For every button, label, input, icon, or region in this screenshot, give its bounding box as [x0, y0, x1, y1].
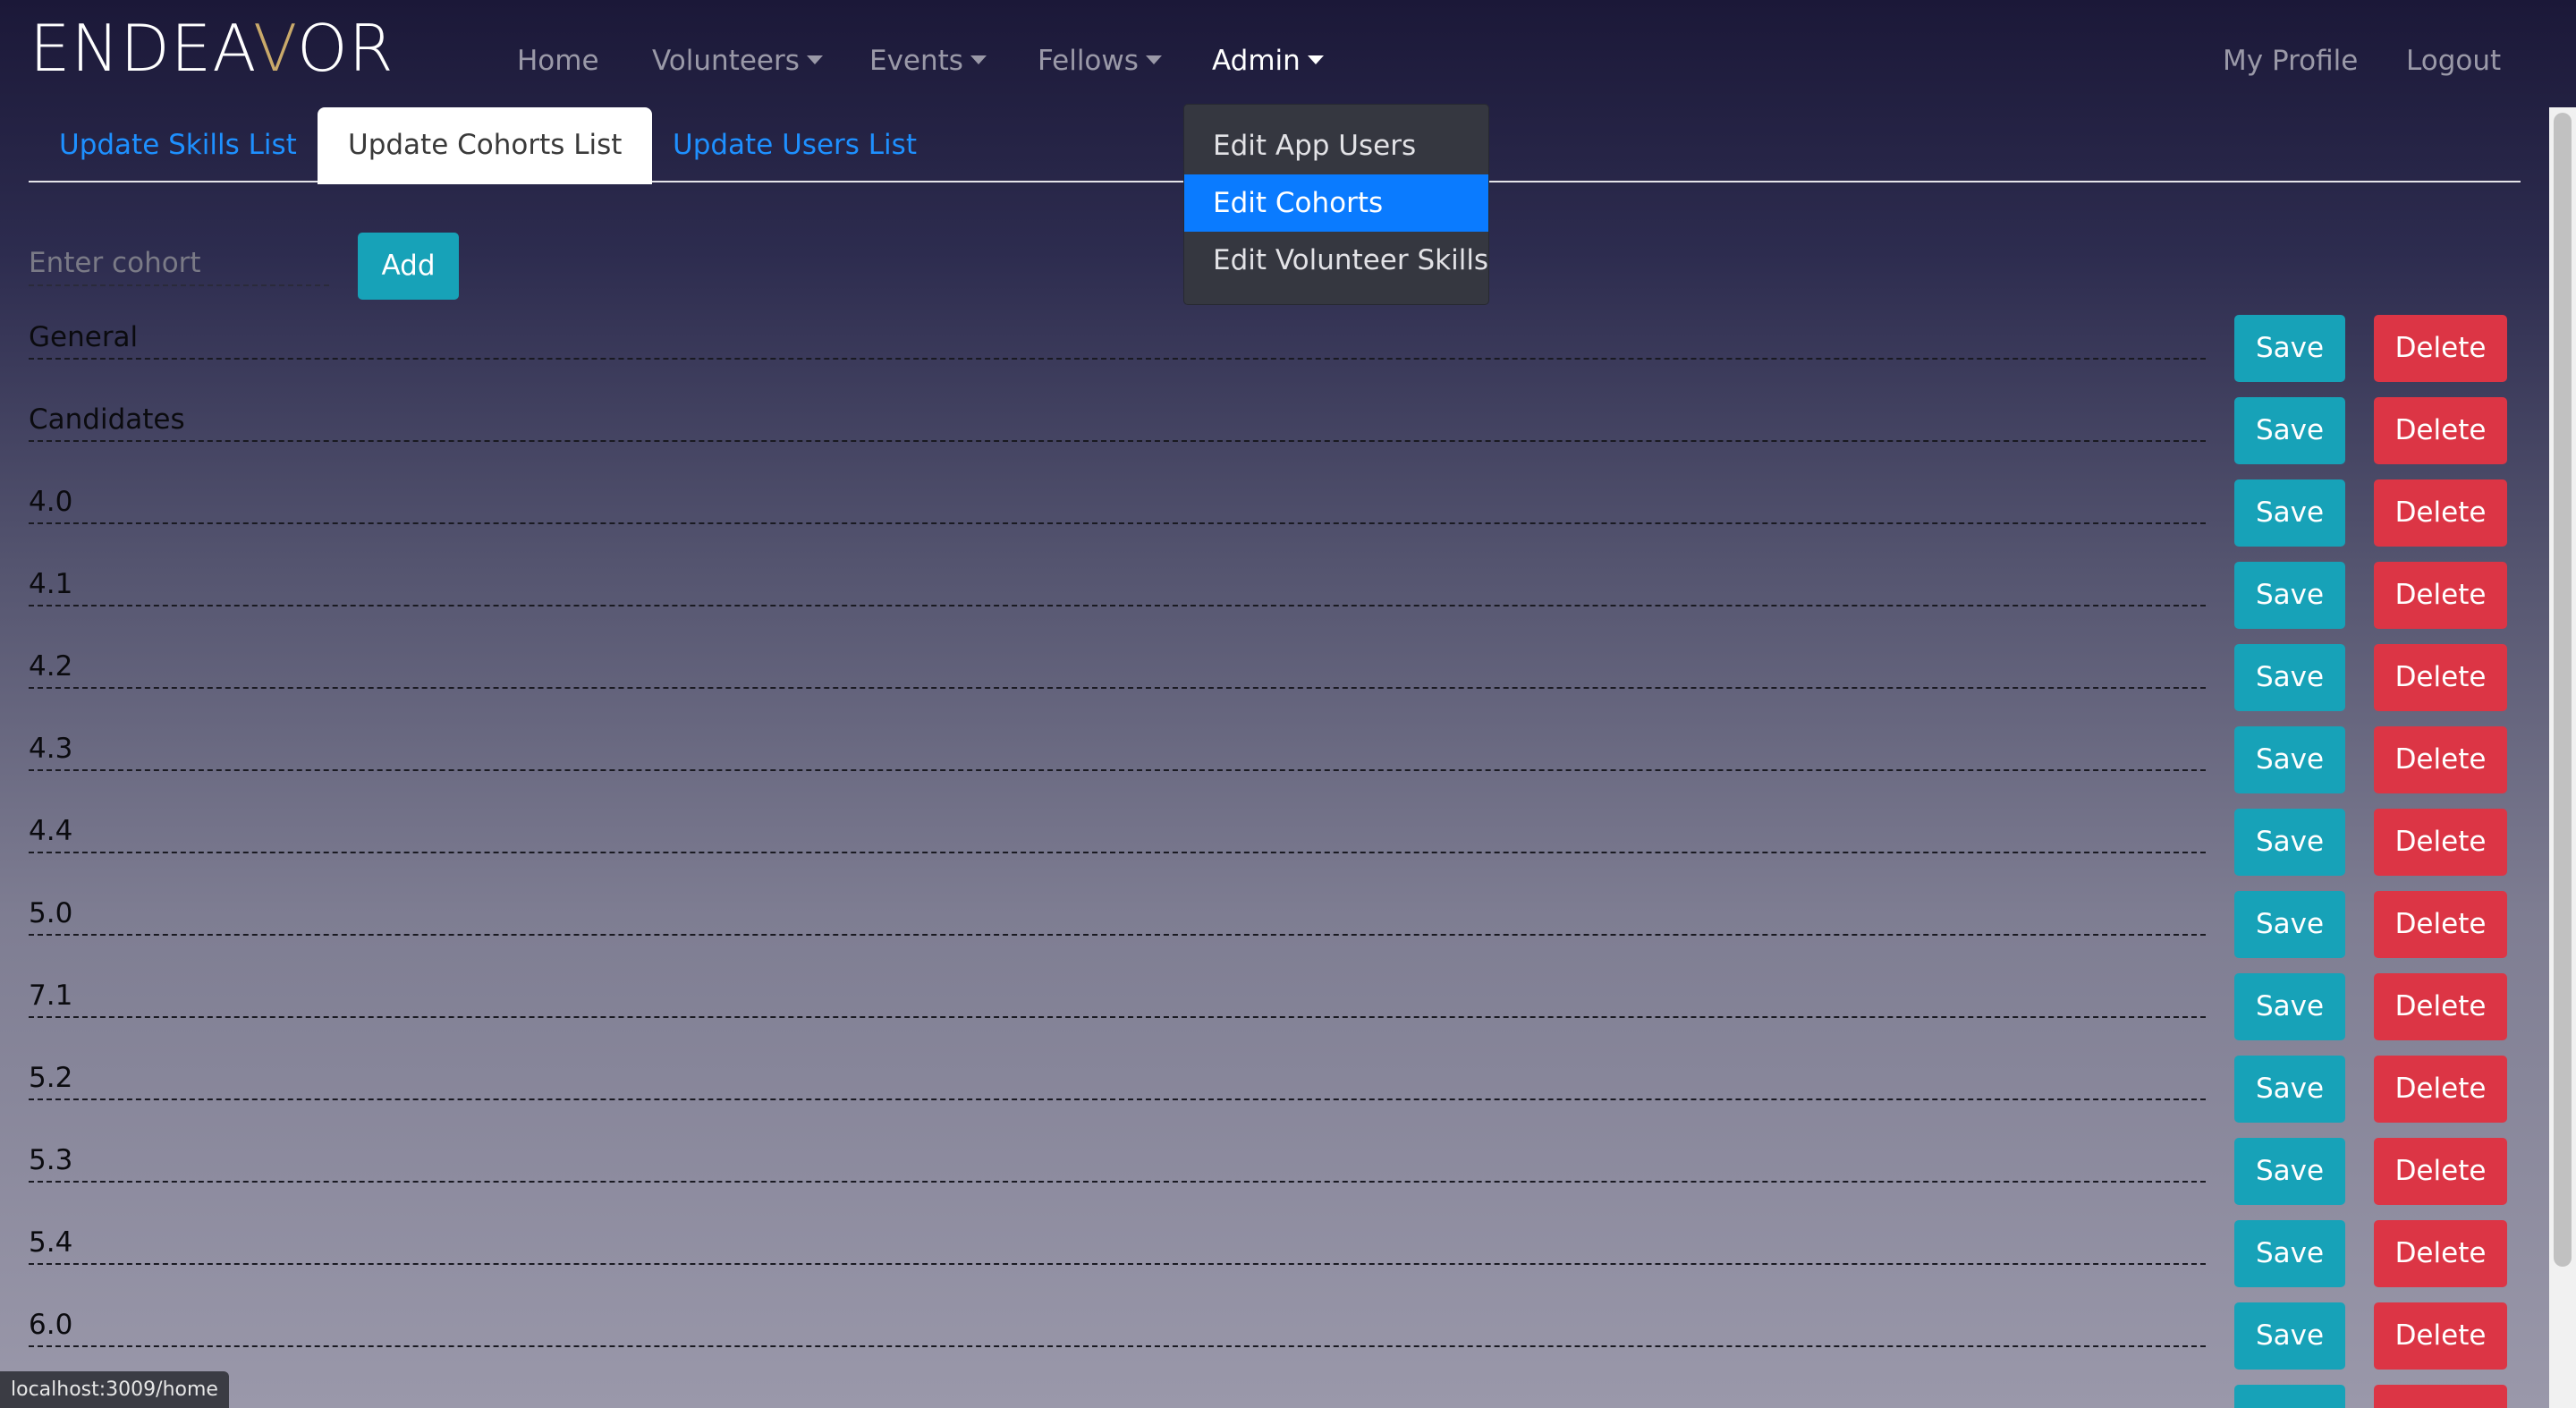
cohort-name-field[interactable]: General [29, 315, 2206, 360]
delete-button[interactable]: Delete [2374, 973, 2507, 1040]
save-button[interactable]: Save [2234, 1220, 2345, 1287]
cohort-name-field[interactable]: 4.3 [29, 726, 2206, 771]
cohort-name-field[interactable]: 5.4 [29, 1220, 2206, 1265]
delete-button[interactable]: Delete [2374, 397, 2507, 464]
save-button[interactable]: Save [2234, 644, 2345, 711]
save-button[interactable]: Save [2234, 973, 2345, 1040]
link-status-url: localhost:3009/home [0, 1371, 229, 1408]
cohort-name-field[interactable]: 4.2 [29, 644, 2206, 689]
caret-down-icon [970, 55, 987, 64]
save-button[interactable]: Save [2234, 479, 2345, 547]
cohort-row: 6.0 Save Delete [0, 1302, 2576, 1385]
nav-my-profile[interactable]: My Profile [2223, 41, 2358, 81]
nav-home[interactable]: Home [517, 41, 599, 81]
cohort-name-field[interactable]: 5.3 [29, 1138, 2206, 1183]
cohort-row [0, 1385, 2576, 1408]
tab-update-users[interactable]: Update Users List [642, 107, 947, 182]
cohort-row: 5.4 Save Delete [0, 1220, 2576, 1302]
delete-button[interactable]: Delete [2374, 891, 2507, 958]
cohort-row: 4.2 Save Delete [0, 644, 2576, 726]
delete-button[interactable]: Delete [2374, 726, 2507, 793]
cohort-row: 5.3 Save Delete [0, 1138, 2576, 1220]
delete-button[interactable]: Delete [2374, 809, 2507, 876]
cohort-row: General Save Delete [0, 315, 2576, 397]
cohort-name-field[interactable]: 5.2 [29, 1056, 2206, 1100]
delete-button[interactable]: Delete [2374, 644, 2507, 711]
top-navbar: ENDEAVOR Home Volunteers Events Fellows … [0, 0, 2576, 116]
delete-button[interactable]: Delete [2374, 479, 2507, 547]
cohort-name-field[interactable]: 5.0 [29, 891, 2206, 936]
delete-button[interactable]: Delete [2374, 562, 2507, 629]
save-button[interactable]: Save [2234, 562, 2345, 629]
cohort-row: 4.4 Save Delete [0, 809, 2576, 891]
cohort-name-field[interactable]: 6.0 [29, 1302, 2206, 1347]
cohort-name-field[interactable]: 7.1 [29, 973, 2206, 1018]
nav-logout[interactable]: Logout [2406, 41, 2501, 81]
cohort-name-field[interactable]: 4.4 [29, 809, 2206, 853]
menu-item-edit-volunteer-skills[interactable]: Edit Volunteer Skills [1184, 232, 1488, 289]
save-button[interactable]: Save [2234, 891, 2345, 958]
caret-down-icon [1145, 55, 1162, 64]
save-button[interactable]: Save [2234, 809, 2345, 876]
cohort-name-field[interactable]: 4.0 [29, 479, 2206, 524]
save-button[interactable]: Save [2234, 315, 2345, 382]
cohort-row: Candidates Save Delete [0, 397, 2576, 479]
cohort-name-field[interactable]: 4.1 [29, 562, 2206, 606]
cohort-row: 4.0 Save Delete [0, 479, 2576, 562]
tab-update-skills[interactable]: Update Skills List [29, 107, 327, 182]
tab-update-cohorts[interactable]: Update Cohorts List [318, 107, 653, 184]
save-button[interactable]: Save [2234, 397, 2345, 464]
nav-fellows-dropdown[interactable]: Fellows [1038, 41, 1162, 81]
caret-down-icon [1307, 55, 1324, 64]
caret-down-icon [806, 55, 823, 64]
cohort-row: 4.1 Save Delete [0, 562, 2576, 644]
save-button[interactable]: Save [2234, 1138, 2345, 1205]
delete-button[interactable]: Delete [2374, 1056, 2507, 1123]
menu-item-edit-app-users[interactable]: Edit App Users [1184, 117, 1488, 174]
nav-events-dropdown[interactable]: Events [869, 41, 987, 81]
cohort-name-field[interactable]: Candidates [29, 397, 2206, 442]
save-button[interactable]: Save [2234, 726, 2345, 793]
cohort-row: 4.3 Save Delete [0, 726, 2576, 809]
save-button[interactable] [2234, 1385, 2345, 1408]
brand-logo[interactable]: ENDEAVOR [30, 13, 394, 84]
cohort-name-field[interactable] [29, 1385, 2206, 1408]
cohort-row: 5.2 Save Delete [0, 1056, 2576, 1138]
delete-button[interactable]: Delete [2374, 315, 2507, 382]
cohort-input[interactable] [29, 242, 329, 286]
cohort-row: 5.0 Save Delete [0, 891, 2576, 973]
nav-admin-dropdown[interactable]: Admin [1212, 41, 1324, 81]
delete-button[interactable]: Delete [2374, 1302, 2507, 1370]
add-cohort-button[interactable]: Add [358, 233, 459, 300]
cohort-row: 7.1 Save Delete [0, 973, 2576, 1056]
delete-button[interactable] [2374, 1385, 2507, 1408]
delete-button[interactable]: Delete [2374, 1220, 2507, 1287]
vertical-scrollbar-thumb[interactable] [2554, 113, 2572, 1267]
nav-volunteers-dropdown[interactable]: Volunteers [652, 41, 823, 81]
save-button[interactable]: Save [2234, 1056, 2345, 1123]
menu-item-edit-cohorts[interactable]: Edit Cohorts [1184, 174, 1488, 232]
admin-dropdown-menu: Edit App Users Edit Cohorts Edit Volunte… [1183, 104, 1489, 305]
delete-button[interactable]: Delete [2374, 1138, 2507, 1205]
save-button[interactable]: Save [2234, 1302, 2345, 1370]
